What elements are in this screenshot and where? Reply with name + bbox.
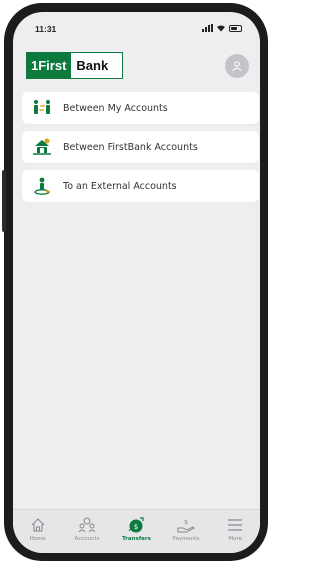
tab-more[interactable]: More [212, 516, 258, 542]
menu-icon [225, 516, 245, 534]
tab-label: Transfers [122, 536, 151, 542]
tab-accounts[interactable]: Accounts [64, 516, 110, 542]
tab-label: More [228, 536, 243, 542]
tab-label: Payments [172, 536, 200, 542]
side-button [2, 170, 6, 232]
status-icons [202, 24, 242, 32]
bank-transfer-icon [32, 137, 52, 157]
external-transfer-icon [32, 176, 52, 196]
between-my-accounts-item[interactable]: Between My Accounts [22, 92, 259, 124]
svg-text:$: $ [134, 523, 138, 531]
logo-first: 1First [27, 53, 72, 78]
between-firstbank-accounts-item[interactable]: Between FirstBank Accounts [22, 131, 259, 163]
to-external-accounts-item[interactable]: To an External Accounts [22, 170, 259, 202]
home-icon [28, 516, 48, 534]
status-time: 11:31 [35, 24, 57, 34]
transfers-icon: $ [126, 516, 146, 534]
wifi-icon [217, 25, 225, 32]
payments-icon: $ [176, 516, 196, 534]
transfer-options-list: Between My Accounts Between FirstBank Ac… [22, 92, 259, 209]
logo-bank: Bank [76, 58, 109, 73]
tab-label: Accounts [74, 536, 100, 542]
svg-text:$: $ [184, 519, 188, 526]
tab-label: Home [29, 536, 46, 542]
menu-item-label: To an External Accounts [63, 180, 177, 192]
user-icon [232, 61, 242, 72]
profile-avatar[interactable] [225, 54, 249, 78]
accounts-icon [77, 516, 97, 534]
bottom-tab-bar: Home Accounts $ Transfers $ Payments Mor… [13, 509, 260, 553]
tab-home[interactable]: Home [15, 516, 61, 542]
tab-transfers[interactable]: $ Transfers [113, 516, 159, 542]
header: 1First Bank [13, 52, 260, 92]
firstbank-logo: 1First Bank [26, 52, 123, 79]
transfer-people-icon [32, 98, 52, 118]
menu-item-label: Between My Accounts [63, 102, 168, 114]
signal-icon [202, 24, 213, 32]
tab-payments[interactable]: $ Payments [163, 516, 209, 542]
status-bar: 11:31 [13, 12, 260, 46]
app-screen: 11:31 1First Bank Between My Accounts Be… [13, 12, 260, 553]
menu-item-label: Between FirstBank Accounts [63, 141, 198, 153]
battery-icon [229, 25, 242, 32]
